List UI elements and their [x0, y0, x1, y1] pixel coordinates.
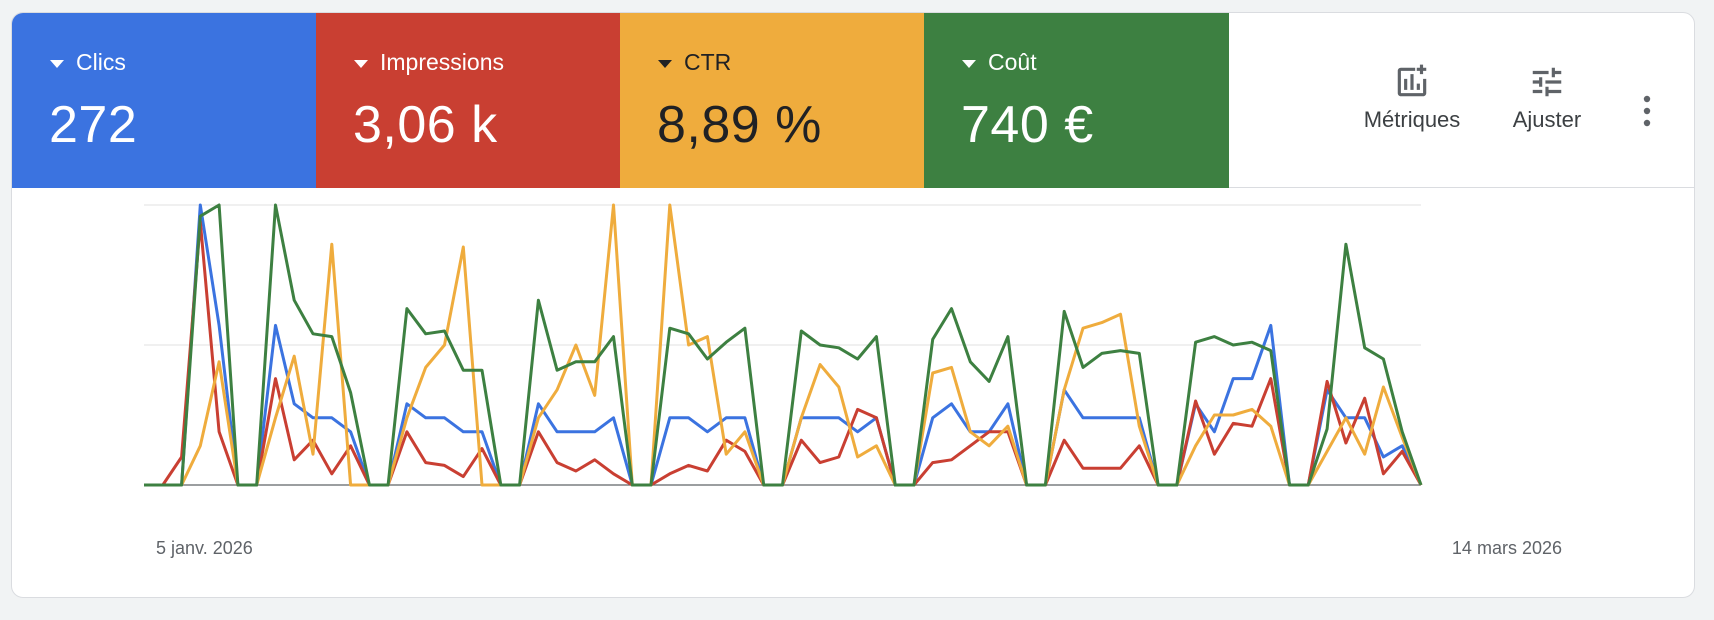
line-chart: [144, 203, 1423, 487]
metrics-button-label: Métriques: [1363, 107, 1461, 132]
metric-card-impressions[interactable]: Impressions 3,06 k: [316, 13, 621, 188]
metric-card-clicks[interactable]: Clics 272: [12, 13, 317, 188]
more-vert-icon: [1643, 95, 1651, 127]
caret-down-icon: [658, 59, 672, 68]
more-options-button[interactable]: [1632, 91, 1662, 131]
metric-value: 740 €: [961, 96, 1094, 154]
metric-label: Clics: [76, 49, 126, 75]
performance-card: Clics 272 Impressions 3,06 k CTR 8,89 % …: [11, 12, 1695, 598]
metric-card-ctr[interactable]: CTR 8,89 %: [620, 13, 925, 188]
tune-sliders-icon: [1532, 67, 1562, 97]
caret-down-icon: [50, 59, 64, 68]
metric-label: Coût: [988, 49, 1037, 75]
chart-area: 5 janv. 2026 14 mars 2026: [12, 188, 1694, 597]
caret-down-icon: [962, 59, 976, 68]
metric-label: Impressions: [380, 49, 504, 75]
metrics-header: Clics 272 Impressions 3,06 k CTR 8,89 % …: [12, 13, 1694, 188]
x-axis-end-label: 14 mars 2026: [1451, 538, 1562, 558]
series-line-impressions: [144, 220, 1423, 487]
metric-label: CTR: [684, 49, 732, 75]
metrics-button[interactable]: Métriques: [1342, 63, 1482, 133]
x-axis-start-label: 5 janv. 2026: [156, 538, 253, 558]
metric-card-cost[interactable]: Coût 740 €: [924, 13, 1229, 188]
caret-down-icon: [354, 59, 368, 68]
metric-value: 3,06 k: [353, 96, 498, 154]
adjust-button[interactable]: Ajuster: [1492, 63, 1602, 133]
metric-value: 8,89 %: [657, 96, 822, 154]
metric-value: 272: [49, 96, 138, 154]
adjust-button-label: Ajuster: [1512, 107, 1582, 132]
add-chart-icon: [1397, 64, 1427, 97]
